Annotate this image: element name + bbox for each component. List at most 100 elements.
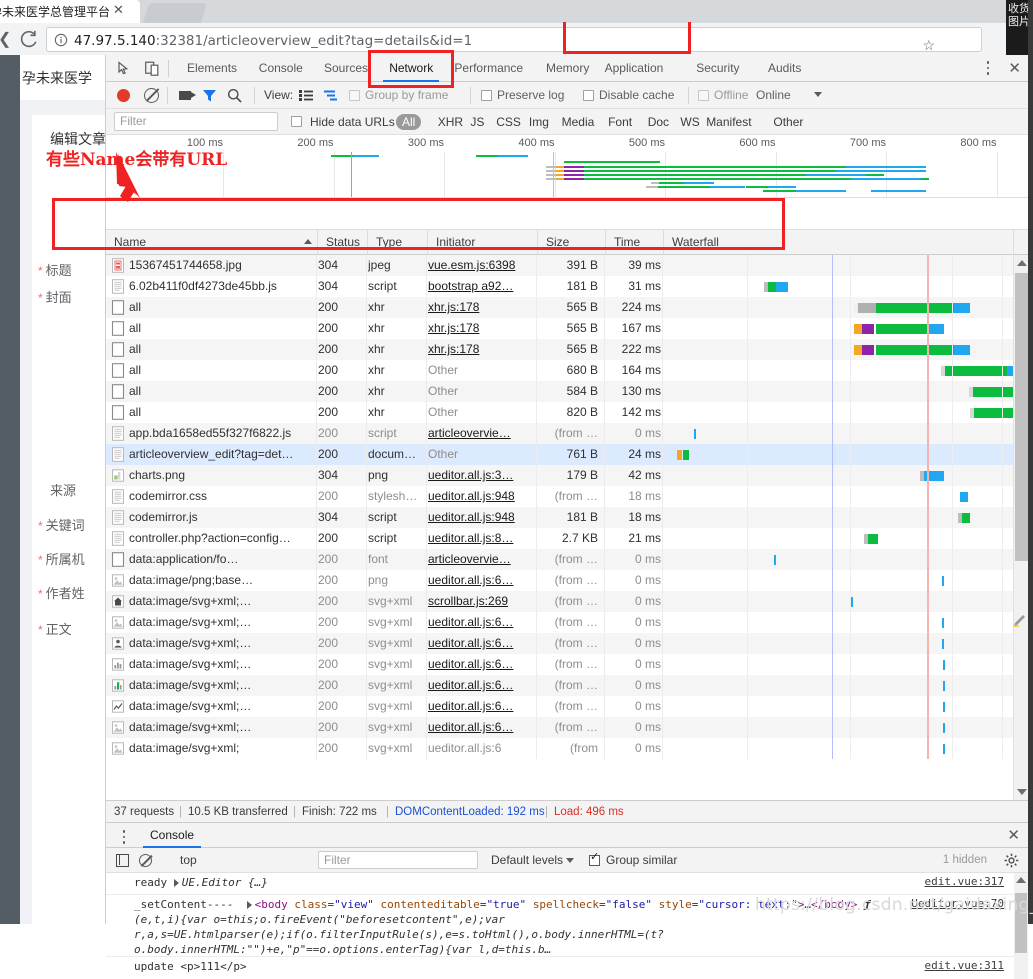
column-header-size[interactable]: Size (538, 230, 606, 255)
cell-initiator[interactable]: ueditor.all.js:6… (428, 675, 538, 696)
filter-type-ws[interactable]: WS (677, 109, 702, 135)
cell-initiator[interactable]: ueditor.all.js:8… (428, 528, 538, 549)
cell-initiator[interactable]: ueditor.all.js:6… (428, 570, 538, 591)
table-row[interactable]: data:image/svg+xml;… 200 svg+xml ueditor.al… (106, 633, 1014, 654)
expand-triangle-icon[interactable] (173, 879, 179, 887)
scroll-up-icon[interactable] (1016, 877, 1026, 883)
list-view-icon[interactable] (299, 90, 313, 101)
cell-initiator[interactable]: vue.esm.js:6398 (428, 255, 538, 276)
devtools-close-icon[interactable]: ✕ (1008, 59, 1021, 77)
cell-initiator[interactable]: articleovervie… (428, 423, 538, 444)
table-row[interactable]: all 200 xhr Other 820 B 142 ms (106, 402, 1029, 423)
table-row[interactable]: controller.php?action=config… 200 script ue… (106, 528, 1014, 549)
filter-type-doc[interactable]: Doc (645, 109, 672, 135)
disable-cache-checkbox[interactable] (583, 90, 594, 101)
tab-console[interactable]: Console (250, 55, 312, 82)
tab-memory[interactable]: Memory (537, 55, 598, 82)
filter-type-other[interactable]: Other (770, 109, 806, 135)
devtools-more-icon[interactable] (978, 58, 998, 79)
table-row[interactable]: codemirror.css 200 stylesh… ueditor.all.js:… (106, 486, 1014, 507)
back-icon[interactable]: ❮ (0, 29, 11, 49)
filter-type-css[interactable]: CSS (493, 109, 524, 135)
table-row[interactable]: 6.02b411f0df4273de45bb.js 304 script bootst… (106, 276, 1014, 297)
tab-performance[interactable]: Performance (445, 55, 532, 82)
filter-type-js[interactable]: JS (467, 109, 487, 135)
column-header-name[interactable]: Name (106, 230, 318, 255)
filter-type-all[interactable]: All (396, 114, 422, 130)
clear-console-icon[interactable] (139, 854, 152, 867)
column-header-status[interactable]: Status (318, 230, 368, 255)
browser-tab[interactable]: 孕未来医学总管理平台 ✕ (0, 0, 140, 23)
capture-screenshots-icon[interactable] (179, 91, 196, 100)
log-entry[interactable]: ready UE.Editor {…} edit.vue:317 (106, 873, 1014, 895)
table-row[interactable]: all 200 xhr Other 680 B 164 ms (106, 360, 1027, 381)
network-filter-input[interactable]: Filter (114, 112, 278, 131)
hide-data-urls-checkbox[interactable] (291, 116, 302, 127)
table-row[interactable]: all 200 xhr xhr.js:178 565 B 222 ms (106, 339, 1014, 360)
gear-icon[interactable] (1004, 853, 1019, 868)
chevron-down-icon[interactable] (814, 92, 822, 97)
table-row[interactable]: all 200 xhr xhr.js:178 565 B 224 ms (106, 297, 1014, 318)
tab-network[interactable]: Network (380, 55, 442, 82)
cell-initiator[interactable]: ueditor.all.js:3… (428, 465, 538, 486)
table-row[interactable]: 15367451744658.jpg 304 jpeg vue.esm.js:6398… (106, 255, 1029, 276)
cell-initiator[interactable]: ueditor.all.js:6… (428, 654, 538, 675)
cell-initiator[interactable]: ueditor.all.js:6… (428, 717, 538, 738)
tab-sources[interactable]: Sources (315, 55, 377, 82)
tab-console[interactable]: Console (140, 823, 204, 848)
drawer-more-icon[interactable] (116, 827, 132, 845)
cell-initiator[interactable]: xhr.js:178 (428, 297, 538, 318)
scroll-down-icon[interactable] (1017, 789, 1027, 795)
filter-type-xhr[interactable]: XHR (435, 109, 466, 135)
offline-checkbox[interactable] (698, 90, 709, 101)
console-sidebar-icon[interactable] (116, 854, 129, 867)
network-list-scrollbar[interactable] (1013, 255, 1028, 800)
filter-type-font[interactable]: Font (605, 109, 635, 135)
cell-initiator[interactable]: ueditor.all.js:948 (428, 486, 538, 507)
table-row[interactable]: data:image/png;base… 200 png ueditor.all.js… (106, 570, 1014, 591)
cell-initiator[interactable]: xhr.js:178 (428, 339, 538, 360)
log-entry[interactable]: update <p>111</p> edit.vue:311 (106, 957, 1014, 979)
new-tab-button[interactable] (142, 3, 208, 23)
filter-type-media[interactable]: Media (559, 109, 598, 135)
cell-initiator[interactable]: ueditor.all.js:948 (428, 507, 538, 528)
cell-initiator[interactable]: ueditor.all.js:6… (428, 633, 538, 654)
table-row[interactable]: app.bda1658ed55f327f6822.js 200 script arti… (106, 423, 1014, 444)
cell-initiator[interactable]: ueditor.all.js:6… (428, 612, 538, 633)
network-request-list[interactable]: 15367451744658.jpg 304 jpeg vue.esm.js:6398… (106, 255, 1029, 800)
table-row[interactable]: data:application/fo… 200 font articleovervi… (106, 549, 1014, 570)
column-header-time[interactable]: Time (606, 230, 664, 255)
console-scrollbar[interactable] (1014, 873, 1028, 979)
filter-icon[interactable] (202, 88, 217, 103)
table-row[interactable]: data:image/svg+xml;… 200 svg+xml ueditor.al… (106, 675, 1014, 696)
expand-triangle-icon[interactable] (246, 901, 252, 909)
record-button[interactable] (117, 89, 130, 102)
table-row[interactable]: codemirror.js 304 script ueditor.all.js:948… (106, 507, 1014, 528)
console-filter-input[interactable]: Filter (318, 851, 478, 869)
tab-elements[interactable]: Elements (178, 55, 246, 82)
bookmark-star-icon[interactable]: ☆ (922, 37, 935, 54)
console-levels-selector[interactable]: Default levels (491, 848, 563, 873)
address-bar[interactable]: 47.97.5.140:32381/articleoverview_edit?t… (46, 27, 982, 54)
drawer-close-icon[interactable]: ✕ (1007, 826, 1020, 844)
table-row[interactable]: data:image/svg+xml; 200 svg+xml ueditor.all… (106, 738, 1014, 759)
overview-selection-band[interactable] (106, 198, 1029, 230)
cell-initiator[interactable]: articleovervie… (428, 549, 538, 570)
filter-type-manifest[interactable]: Manifest (703, 109, 754, 135)
group-similar-checkbox[interactable] (589, 850, 600, 866)
filter-type-img[interactable]: Img (526, 109, 552, 135)
cell-initiator[interactable]: xhr.js:178 (428, 318, 538, 339)
column-header-type[interactable]: Type (368, 230, 428, 255)
preserve-log-checkbox[interactable] (481, 90, 492, 101)
cell-initiator[interactable]: ueditor.all.js:6… (428, 696, 538, 717)
table-row[interactable]: all 200 xhr xhr.js:178 565 B 167 ms (106, 318, 1014, 339)
table-row[interactable]: articleoverview_edit?tag=det… 200 docum… Ot… (106, 444, 1014, 465)
log-source-link[interactable]: edit.vue:317 (925, 875, 1004, 888)
table-row[interactable]: data:image/svg+xml;… 200 svg+xml scrollbar.… (106, 591, 1014, 612)
group-by-frame-checkbox[interactable] (349, 90, 360, 101)
inspect-element-icon[interactable] (117, 61, 133, 77)
device-toolbar-icon[interactable] (145, 61, 159, 77)
table-row[interactable]: data:image/svg+xml;… 200 svg+xml ueditor.al… (106, 717, 1014, 738)
table-row[interactable]: data:image/svg+xml;… 200 svg+xml ueditor.al… (106, 696, 1014, 717)
tab-audits[interactable]: Audits (759, 55, 810, 82)
